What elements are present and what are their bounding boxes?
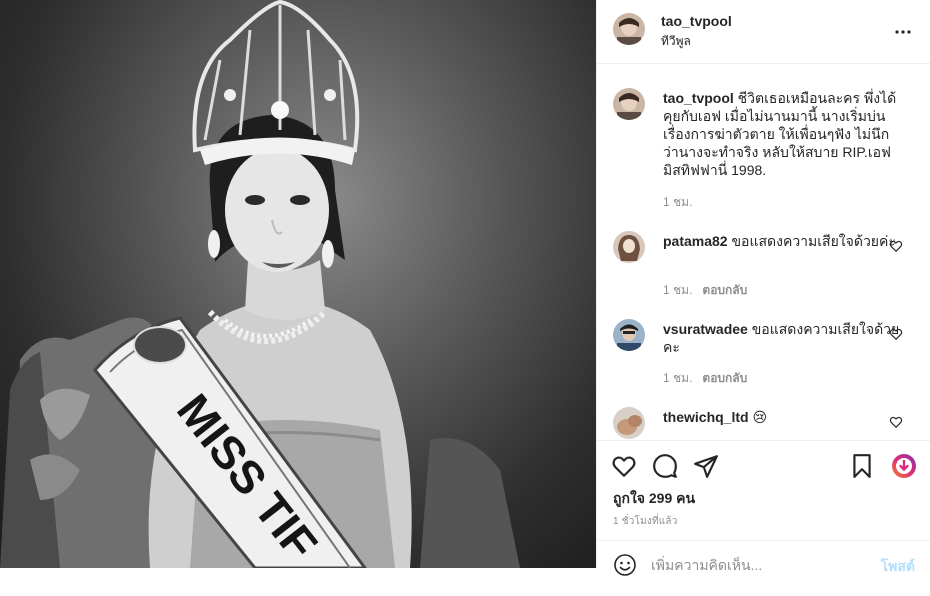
post-side-panel: tao_tvpool ทีวีพูล tao_tvpool ชีวิตเธอเห… <box>596 0 930 579</box>
comment-text: ขอแสดงความเสียใจด้วยค่ะ <box>731 233 896 249</box>
comment-text-block: thewichq_ltd 😢 <box>663 408 903 426</box>
add-comment-bar: โพสต์ <box>597 540 930 596</box>
emoji-icon[interactable] <box>613 553 637 577</box>
comment-text: 😢 <box>752 409 768 425</box>
comments-list[interactable]: tao_tvpool ชีวิตเธอเหมือนละคร พึ่งได้คุย… <box>597 65 930 439</box>
caption-text-block: tao_tvpool ชีวิตเธอเหมือนละคร พึ่งได้คุย… <box>663 89 903 179</box>
avatar[interactable] <box>613 13 645 45</box>
photo-illustration: MISS TIF <box>0 0 520 568</box>
header-location[interactable]: ทีวีพูล <box>661 32 691 51</box>
post-photo[interactable]: MISS TIF <box>0 0 596 568</box>
avatar[interactable] <box>613 231 645 263</box>
comment-meta: 1 ชม. ตอบกลับ <box>663 369 747 388</box>
instagram-post: MISS TIF tao_tvpool ทีวีพูล tao_tvpool ช… <box>0 0 930 579</box>
heart-icon[interactable] <box>889 239 903 253</box>
post-header: tao_tvpool ทีวีพูล <box>597 0 930 64</box>
comment-text-block: patama82 ขอแสดงความเสียใจด้วยค่ะ <box>663 232 903 250</box>
avatar[interactable] <box>613 319 645 351</box>
comment-input[interactable] <box>651 551 861 579</box>
comment-time: 1 ชม. <box>663 283 693 297</box>
comment-icon[interactable] <box>652 453 678 479</box>
comment-username[interactable]: patama82 <box>663 233 728 249</box>
more-icon[interactable] <box>891 20 915 44</box>
bookmark-icon[interactable] <box>849 453 875 479</box>
comment-username[interactable]: vsuratwadee <box>663 321 748 337</box>
igtv-save-icon[interactable] <box>891 453 917 479</box>
caption-time-label: 1 ชม. <box>663 195 693 209</box>
reply-button[interactable]: ตอบกลับ <box>702 283 747 297</box>
comment-time: 1 ชม. <box>663 371 693 385</box>
likes-count[interactable]: ถูกใจ 299 คน <box>613 488 695 510</box>
heart-icon[interactable] <box>889 415 903 429</box>
caption-username[interactable]: tao_tvpool <box>663 90 734 106</box>
posted-time[interactable]: 1 ชั่วโมงที่แล้ว <box>613 514 678 529</box>
header-username[interactable]: tao_tvpool <box>661 13 732 29</box>
reply-button[interactable]: ตอบกลับ <box>702 371 747 385</box>
share-icon[interactable] <box>693 453 719 479</box>
heart-icon[interactable] <box>611 453 637 479</box>
post-actions: ถูกใจ 299 คน 1 ชั่วโมงที่แล้ว <box>597 440 930 532</box>
heart-icon[interactable] <box>889 327 903 341</box>
comment-username[interactable]: thewichq_ltd <box>663 409 749 425</box>
avatar[interactable] <box>613 407 645 439</box>
avatar[interactable] <box>613 88 645 120</box>
post-comment-button[interactable]: โพสต์ <box>881 556 915 578</box>
comment-meta: 1 ชม. ตอบกลับ <box>663 281 747 300</box>
caption-time: 1 ชม. <box>663 193 692 212</box>
comment-text-block: vsuratwadee ขอแสดงความเสียใจด้วยคะ <box>663 320 903 356</box>
